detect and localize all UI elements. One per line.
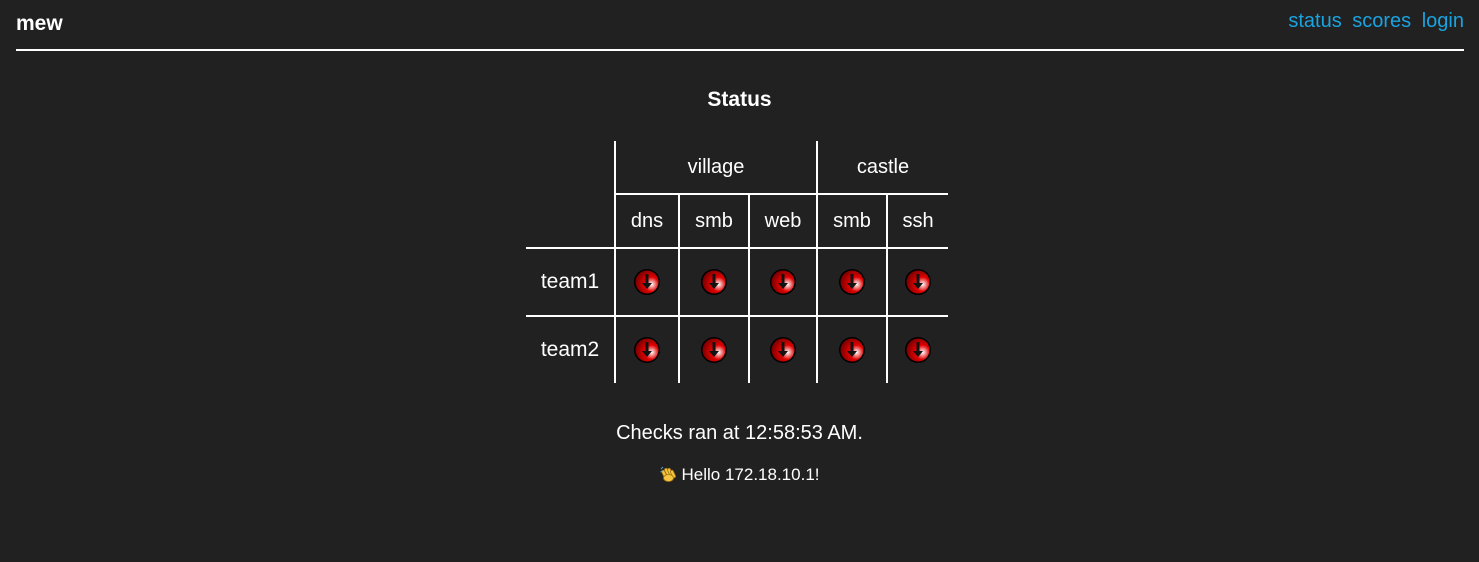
status-cell[interactable]: [678, 316, 749, 383]
status-cell[interactable]: [816, 248, 887, 317]
nav-status-link[interactable]: status: [1288, 10, 1341, 32]
status-cell[interactable]: [614, 316, 679, 383]
page-title: Status: [707, 88, 772, 111]
nav-login-link[interactable]: login: [1422, 10, 1464, 32]
status-cell[interactable]: [748, 248, 817, 317]
down-arrow-icon: [700, 268, 728, 296]
nav-scores-link[interactable]: scores: [1352, 10, 1411, 32]
down-arrow-icon: [838, 268, 866, 296]
down-arrow-icon: [633, 336, 661, 364]
waving-hand-icon: [659, 465, 678, 488]
service-header-smb: smb: [678, 194, 749, 249]
brand-title[interactable]: mew: [16, 12, 63, 36]
status-cell[interactable]: [816, 316, 887, 383]
status-cell[interactable]: [748, 316, 817, 383]
down-arrow-icon: [700, 336, 728, 364]
group-header-castle: castle: [816, 141, 948, 195]
table-row: team2: [526, 316, 948, 383]
table-corner-lower: [526, 194, 615, 249]
group-header-village: village: [614, 141, 817, 195]
down-arrow-icon: [769, 336, 797, 364]
status-table: village castle dns smb web smb ssh team1…: [526, 141, 948, 383]
team-name: team1: [526, 248, 615, 317]
status-cell[interactable]: [614, 248, 679, 317]
nav-links: status scores login: [1288, 10, 1464, 33]
down-arrow-icon: [769, 268, 797, 296]
team-name: team2: [540, 338, 600, 361]
table-corner: [526, 141, 615, 194]
service-header-web: web: [748, 194, 817, 249]
status-cell[interactable]: [678, 248, 749, 317]
down-arrow-icon: [838, 336, 866, 364]
down-arrow-icon: [633, 268, 661, 296]
service-header-ssh: ssh: [886, 194, 948, 249]
service-header-dns: dns: [614, 194, 679, 249]
table-row: team1: [526, 248, 948, 317]
service-header-smb: smb: [816, 194, 887, 249]
header: mew status scores login: [16, 0, 1464, 51]
down-arrow-icon: [904, 336, 932, 364]
status-cell[interactable]: [886, 248, 948, 317]
greeting-text: Hello 172.18.10.1!: [681, 465, 820, 484]
checks-timestamp: Checks ran at 12:58:53 AM.: [616, 422, 863, 444]
down-arrow-icon: [904, 268, 932, 296]
greeting: Hello 172.18.10.1!: [0, 465, 1479, 488]
status-cell[interactable]: [886, 316, 948, 383]
